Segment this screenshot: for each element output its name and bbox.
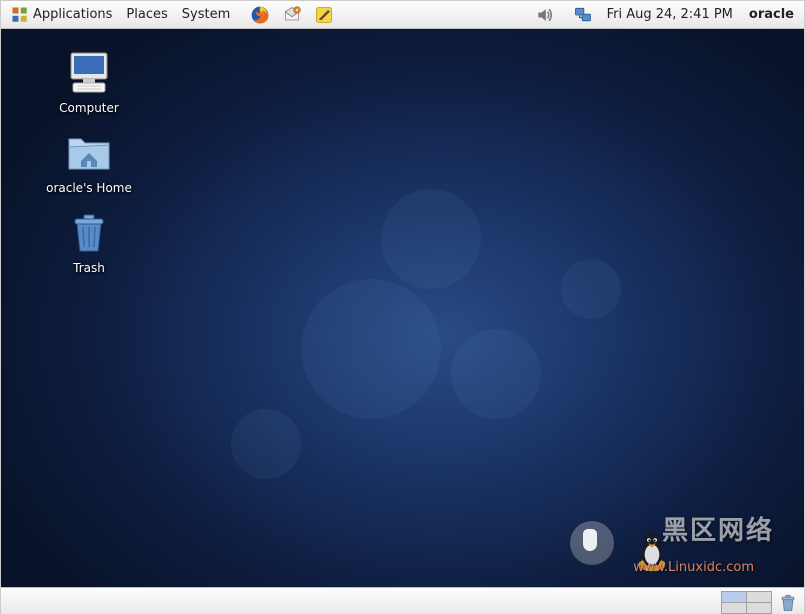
user-label: oracle	[749, 7, 794, 22]
workspace-4[interactable]	[747, 603, 771, 613]
applications-label: Applications	[33, 7, 112, 22]
mail-icon	[282, 5, 302, 25]
notes-launcher[interactable]	[310, 3, 338, 27]
clock-text: Fri Aug 24, 2:41 PM	[607, 7, 733, 22]
panel-menus: Applications Places System	[5, 4, 236, 26]
bottom-panel-right	[721, 591, 798, 614]
wallpaper-decor	[231, 409, 301, 479]
main-menu-icon	[11, 6, 29, 24]
panel-tray: Fri Aug 24, 2:41 PM oracle	[531, 3, 800, 27]
firefox-icon	[250, 5, 270, 25]
volume-applet[interactable]	[531, 3, 559, 27]
watermark-seal-icon	[570, 521, 614, 565]
desktop-icon-computer[interactable]: Computer	[41, 49, 137, 115]
desktop-icon-home[interactable]: oracle's Home	[41, 129, 137, 195]
trash-applet[interactable]	[778, 593, 798, 613]
workspace-switcher[interactable]	[721, 591, 772, 614]
volume-icon	[535, 5, 555, 25]
firefox-launcher[interactable]	[246, 3, 274, 27]
notes-icon	[314, 5, 334, 25]
wallpaper-decor	[381, 189, 481, 289]
trash-icon	[65, 209, 113, 257]
places-menu[interactable]: Places	[120, 5, 173, 24]
workspace-1[interactable]	[722, 592, 746, 602]
clock[interactable]: Fri Aug 24, 2:41 PM	[607, 7, 733, 22]
wallpaper-decor	[451, 329, 541, 419]
desktop-icon-label: oracle's Home	[46, 181, 132, 195]
top-panel: Applications Places System	[1, 1, 804, 29]
workspace-2[interactable]	[747, 592, 771, 602]
desktop-icon-label: Trash	[73, 261, 105, 275]
places-label: Places	[126, 7, 167, 22]
watermark-text: 黑区网络	[662, 510, 774, 547]
mail-launcher[interactable]	[278, 3, 306, 27]
network-icon	[573, 5, 593, 25]
bottom-panel	[1, 587, 804, 614]
home-folder-icon	[65, 129, 113, 177]
trash-icon	[778, 593, 798, 613]
computer-icon	[65, 49, 113, 97]
wallpaper-decor	[561, 259, 621, 319]
desktop-icon-label: Computer	[59, 101, 119, 115]
panel-launchers	[246, 3, 338, 27]
desktop-icon-trash[interactable]: Trash	[41, 209, 137, 275]
wallpaper-decor	[301, 279, 441, 419]
system-label: System	[182, 7, 230, 22]
network-applet[interactable]	[569, 3, 597, 27]
watermark-url: www.Linuxidc.com	[633, 560, 754, 575]
user-menu[interactable]: oracle	[743, 7, 800, 22]
workspace-3[interactable]	[722, 603, 746, 613]
applications-menu[interactable]: Applications	[5, 4, 118, 26]
desktop[interactable]: Computer oracle's Home Trash	[1, 29, 804, 587]
system-menu[interactable]: System	[176, 5, 236, 24]
